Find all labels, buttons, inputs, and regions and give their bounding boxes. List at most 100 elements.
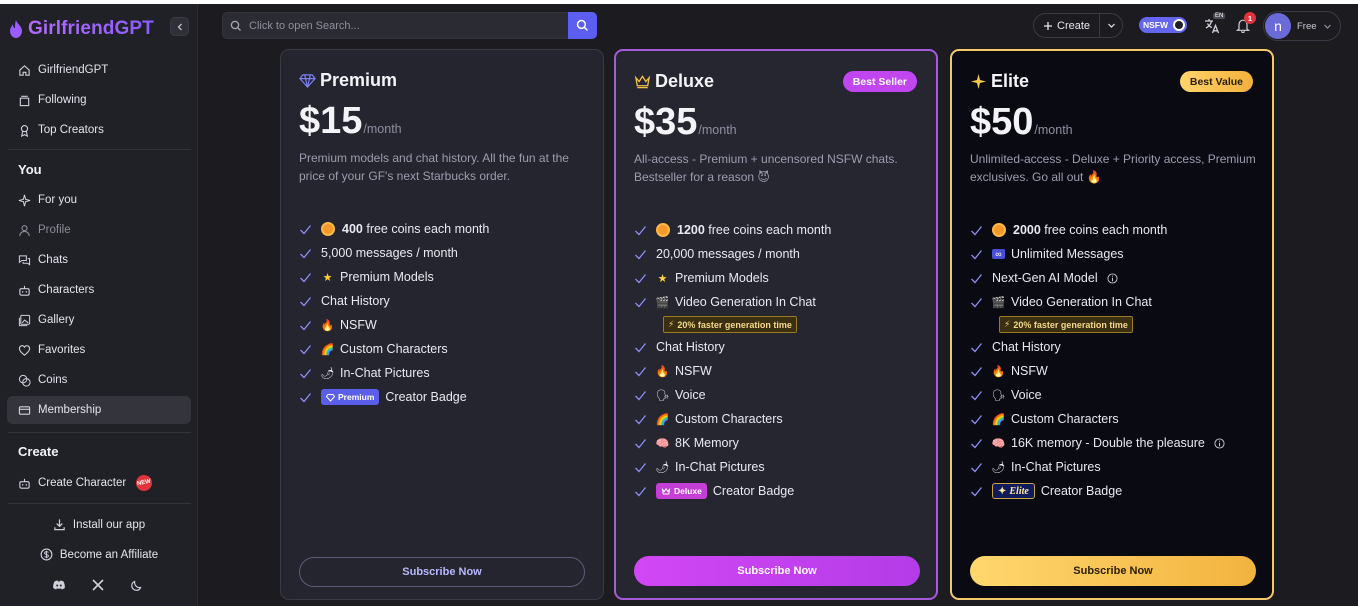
feature-nsfw: 🔥 NSFW xyxy=(970,359,1265,383)
affiliate-link[interactable]: Become an Affiliate xyxy=(0,548,198,561)
award-icon xyxy=(20,124,29,137)
sidebar-item-coins[interactable]: Coins xyxy=(7,366,191,394)
sidebar-item-membership[interactable]: Membership xyxy=(7,396,191,424)
subscribe-button-premium[interactable]: Subscribe Now xyxy=(299,557,585,587)
coin-icon xyxy=(656,223,670,237)
creator-badge-premium: Premium xyxy=(321,389,380,405)
feature-label: Video Generation In Chat xyxy=(675,295,816,309)
sidebar-item-gallery[interactable]: Gallery xyxy=(7,306,191,334)
create-button[interactable]: Create xyxy=(1033,13,1123,38)
chevron-left-icon xyxy=(177,23,182,30)
sidebar-item-characters[interactable]: Characters xyxy=(7,276,191,304)
install-app-link[interactable]: Install our app xyxy=(0,518,198,531)
pepper-icon: 🌶 xyxy=(320,367,335,380)
check-icon xyxy=(300,344,312,354)
sidebar-item-label: Profile xyxy=(38,224,71,236)
info-icon[interactable] xyxy=(1107,272,1118,284)
feature-history: Chat History xyxy=(299,289,594,313)
search-input[interactable]: Click to open Search... xyxy=(222,12,597,39)
brain-icon: 🧠 xyxy=(655,437,670,450)
star-icon: ★ xyxy=(657,272,668,285)
check-icon xyxy=(635,462,647,472)
sidebar-divider xyxy=(8,503,191,504)
chevron-down-icon xyxy=(1323,24,1331,29)
note-label: 20% faster generation time xyxy=(677,319,792,330)
feature-custom-characters: 🌈 Custom Characters xyxy=(634,407,929,431)
check-icon xyxy=(300,296,312,306)
new-badge: NEW xyxy=(134,473,154,493)
check-icon xyxy=(971,438,983,448)
infinity-icon: ∞ xyxy=(992,249,1005,259)
feature-label: Voice xyxy=(1011,388,1042,402)
sidebar-divider xyxy=(8,432,191,433)
sidebar: GirlfriendGPT GirlfriendGPT Following To… xyxy=(0,4,198,606)
feature-label: Video Generation In Chat xyxy=(1011,295,1152,309)
search-button[interactable] xyxy=(568,12,597,39)
sidebar-item-favorites[interactable]: Favorites xyxy=(7,336,191,364)
check-icon xyxy=(635,366,647,376)
fire-icon: 🔥 xyxy=(320,319,335,332)
check-icon xyxy=(300,248,312,258)
brand-logo[interactable]: GirlfriendGPT xyxy=(8,18,154,40)
search-icon xyxy=(576,19,588,31)
feature-models: ★ Premium Models xyxy=(299,265,594,289)
sidebar-item-profile[interactable]: Profile xyxy=(7,216,191,244)
nsfw-toggle[interactable]: NSFW xyxy=(1139,17,1187,33)
sidebar-item-top-creators[interactable]: Top Creators xyxy=(7,116,191,144)
faster-generation-note: ⚡ 20% faster generation time xyxy=(663,316,797,333)
feature-label: NSFW xyxy=(340,318,377,332)
sidebar-item-following[interactable]: Following xyxy=(7,86,191,114)
sidebar-item-label: Following xyxy=(38,94,87,106)
crown-icon xyxy=(634,75,651,89)
coins-amount: 400 xyxy=(342,222,363,236)
pepper-icon: 🌶 xyxy=(991,461,1006,474)
check-icon xyxy=(635,342,647,352)
plan-name: Elite xyxy=(991,71,1030,91)
moon-icon[interactable] xyxy=(130,578,144,592)
feature-memory: 🧠 8K Memory xyxy=(634,431,929,455)
collapse-sidebar-button[interactable] xyxy=(170,17,189,36)
feature-creator-badge: Premium Creator Badge xyxy=(299,385,594,409)
sparkle-icon xyxy=(970,73,987,90)
sidebar-item-chats[interactable]: Chats xyxy=(7,246,191,274)
check-icon xyxy=(635,225,647,235)
gallery-icon xyxy=(18,314,31,326)
feature-coins: 1200 free coins each month xyxy=(634,218,929,242)
check-icon xyxy=(300,224,312,234)
feature-coins: 2000 free coins each month xyxy=(970,218,1265,242)
feature-custom-characters: 🌈 Custom Characters xyxy=(970,407,1265,431)
create-dropdown-toggle[interactable] xyxy=(1100,21,1122,30)
feature-label: free coins each month xyxy=(708,223,832,237)
social-links xyxy=(52,578,144,592)
check-icon xyxy=(635,249,647,259)
sidebar-item-for-you[interactable]: For you xyxy=(7,186,191,214)
feature-label: NSFW xyxy=(1011,364,1048,378)
x-icon[interactable] xyxy=(91,578,105,592)
window-top-edge xyxy=(0,0,1358,4)
feature-label: NSFW xyxy=(675,364,712,378)
feature-label: free coins each month xyxy=(366,222,490,236)
sidebar-item-label: Favorites xyxy=(38,344,86,356)
pepper-icon: 🌶 xyxy=(655,461,670,474)
feature-voice: 🗣 Voice xyxy=(634,383,929,407)
check-icon xyxy=(635,438,647,448)
info-icon[interactable] xyxy=(1214,437,1225,449)
check-icon xyxy=(635,390,647,400)
dollar-circle-icon xyxy=(40,548,53,561)
fire-icon: 🔥 xyxy=(991,365,1006,378)
check-icon xyxy=(971,486,983,496)
feature-label: Chat History xyxy=(656,340,725,354)
feature-messages: ∞ Unlimited Messages xyxy=(970,242,1265,266)
feature-label: Premium Models xyxy=(675,271,769,285)
sidebar-item-create-character[interactable]: Create Character NEW xyxy=(7,469,191,497)
feature-label: 8K Memory xyxy=(675,436,739,450)
feature-model: Next-Gen AI Model xyxy=(970,266,1265,290)
subscribe-button-elite[interactable]: Subscribe Now xyxy=(970,556,1256,586)
coins-icon xyxy=(18,374,31,387)
check-icon xyxy=(971,342,983,352)
user-menu-button[interactable]: n Free xyxy=(1263,11,1341,41)
discord-icon[interactable] xyxy=(52,578,66,592)
sidebar-item-home[interactable]: GirlfriendGPT xyxy=(7,56,191,84)
subscribe-button-deluxe[interactable]: Subscribe Now xyxy=(634,556,920,586)
creator-badge-elite: ✦ Elite xyxy=(992,483,1035,499)
